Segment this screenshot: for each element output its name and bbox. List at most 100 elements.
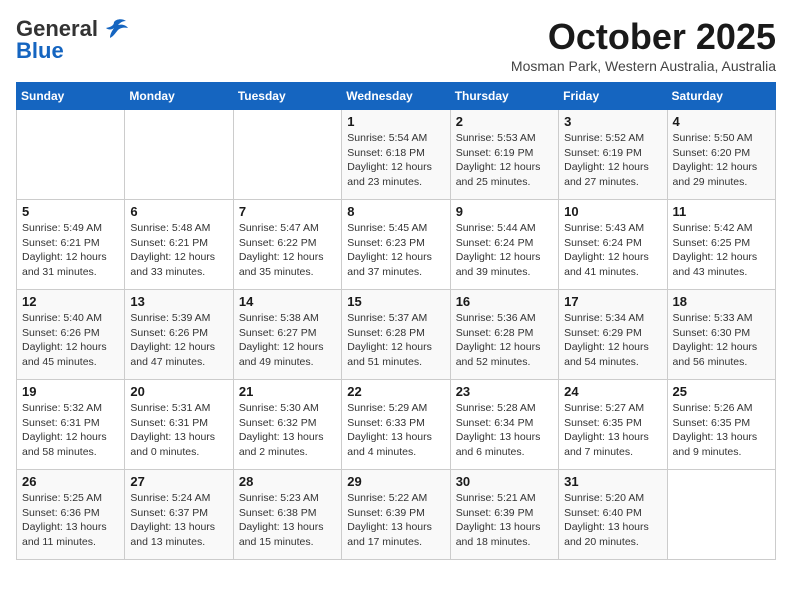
calendar-cell: 31 Sunrise: 5:20 AMSunset: 6:40 PMDayligh…: [559, 470, 667, 560]
weekday-header: Sunday: [17, 83, 125, 110]
calendar-cell: 19 Sunrise: 5:32 AMSunset: 6:31 PMDayligh…: [17, 380, 125, 470]
day-info: Sunrise: 5:39 AMSunset: 6:26 PMDaylight:…: [130, 311, 227, 370]
day-info: Sunrise: 5:54 AMSunset: 6:18 PMDaylight:…: [347, 131, 444, 190]
day-number: 3: [564, 114, 661, 129]
calendar-cell: [233, 110, 341, 200]
calendar-cell: 12Sunrise: 5:40 AMSunset: 6:26 PMDayligh…: [17, 290, 125, 380]
day-number: 11: [673, 204, 770, 219]
day-number: 20: [130, 384, 227, 399]
calendar-week-row: 26 Sunrise: 5:25 AMSunset: 6:36 PMDayligh…: [17, 470, 776, 560]
calendar-cell: 15Sunrise: 5:37 AMSunset: 6:28 PMDayligh…: [342, 290, 450, 380]
day-number: 5: [22, 204, 119, 219]
calendar-cell: [17, 110, 125, 200]
day-number: 18: [673, 294, 770, 309]
calendar-cell: 23 Sunrise: 5:28 AMSunset: 6:34 PMDayligh…: [450, 380, 558, 470]
calendar-cell: 30 Sunrise: 5:21 AMSunset: 6:39 PMDayligh…: [450, 470, 558, 560]
calendar-cell: 2Sunrise: 5:53 AMSunset: 6:19 PMDaylight…: [450, 110, 558, 200]
day-info: Sunrise: 5:44 AMSunset: 6:24 PMDaylight:…: [456, 221, 553, 280]
day-info: Sunrise: 5:24 AMSunset: 6:37 PMDaylight:…: [130, 491, 227, 550]
day-info: Sunrise: 5:38 AMSunset: 6:27 PMDaylight:…: [239, 311, 336, 370]
calendar-cell: 6 Sunrise: 5:48 AMSunset: 6:21 PMDaylight…: [125, 200, 233, 290]
day-info: Sunrise: 5:36 AMSunset: 6:28 PMDaylight:…: [456, 311, 553, 370]
weekday-header: Tuesday: [233, 83, 341, 110]
day-info: Sunrise: 5:27 AMSunset: 6:35 PMDaylight:…: [564, 401, 661, 460]
day-number: 19: [22, 384, 119, 399]
weekday-header: Thursday: [450, 83, 558, 110]
day-info: Sunrise: 5:48 AMSunset: 6:21 PMDaylight:…: [130, 221, 227, 280]
day-number: 21: [239, 384, 336, 399]
calendar-cell: 14 Sunrise: 5:38 AMSunset: 6:27 PMDayligh…: [233, 290, 341, 380]
day-number: 14: [239, 294, 336, 309]
day-number: 25: [673, 384, 770, 399]
day-info: Sunrise: 5:49 AMSunset: 6:21 PMDaylight:…: [22, 221, 119, 280]
calendar-cell: 4 Sunrise: 5:50 AMSunset: 6:20 PMDaylight…: [667, 110, 775, 200]
day-info: Sunrise: 5:21 AMSunset: 6:39 PMDaylight:…: [456, 491, 553, 550]
day-number: 9: [456, 204, 553, 219]
page-header: General Blue October 2025 Mosman Park, W…: [16, 16, 776, 74]
calendar-cell: 8 Sunrise: 5:45 AMSunset: 6:23 PMDaylight…: [342, 200, 450, 290]
calendar-title: October 2025: [511, 16, 776, 58]
day-info: Sunrise: 5:29 AMSunset: 6:33 PMDaylight:…: [347, 401, 444, 460]
calendar-cell: 25 Sunrise: 5:26 AMSunset: 6:35 PMDayligh…: [667, 380, 775, 470]
calendar-cell: 29 Sunrise: 5:22 AMSunset: 6:39 PMDayligh…: [342, 470, 450, 560]
calendar-cell: [667, 470, 775, 560]
day-number: 17: [564, 294, 661, 309]
day-number: 27: [130, 474, 227, 489]
day-number: 26: [22, 474, 119, 489]
calendar-cell: 18 Sunrise: 5:33 AMSunset: 6:30 PMDayligh…: [667, 290, 775, 380]
calendar-cell: 28Sunrise: 5:23 AMSunset: 6:38 PMDayligh…: [233, 470, 341, 560]
logo-bird-icon: [100, 18, 128, 40]
day-info: Sunrise: 5:42 AMSunset: 6:25 PMDaylight:…: [673, 221, 770, 280]
calendar-subtitle: Mosman Park, Western Australia, Australi…: [511, 58, 776, 74]
calendar-cell: 26 Sunrise: 5:25 AMSunset: 6:36 PMDayligh…: [17, 470, 125, 560]
weekday-header: Monday: [125, 83, 233, 110]
day-info: Sunrise: 5:28 AMSunset: 6:34 PMDaylight:…: [456, 401, 553, 460]
day-info: Sunrise: 5:30 AMSunset: 6:32 PMDaylight:…: [239, 401, 336, 460]
day-number: 31: [564, 474, 661, 489]
weekday-header: Friday: [559, 83, 667, 110]
day-info: Sunrise: 5:34 AMSunset: 6:29 PMDaylight:…: [564, 311, 661, 370]
calendar-cell: 3 Sunrise: 5:52 AMSunset: 6:19 PMDaylight…: [559, 110, 667, 200]
day-number: 1: [347, 114, 444, 129]
day-number: 2: [456, 114, 553, 129]
calendar-cell: 20Sunrise: 5:31 AMSunset: 6:31 PMDayligh…: [125, 380, 233, 470]
day-info: Sunrise: 5:52 AMSunset: 6:19 PMDaylight:…: [564, 131, 661, 190]
day-info: Sunrise: 5:43 AMSunset: 6:24 PMDaylight:…: [564, 221, 661, 280]
day-number: 8: [347, 204, 444, 219]
logo-blue: Blue: [16, 38, 64, 64]
weekday-header: Wednesday: [342, 83, 450, 110]
calendar-cell: 9 Sunrise: 5:44 AMSunset: 6:24 PMDaylight…: [450, 200, 558, 290]
calendar-cell: 21 Sunrise: 5:30 AMSunset: 6:32 PMDayligh…: [233, 380, 341, 470]
day-number: 4: [673, 114, 770, 129]
day-info: Sunrise: 5:32 AMSunset: 6:31 PMDaylight:…: [22, 401, 119, 460]
day-info: Sunrise: 5:26 AMSunset: 6:35 PMDaylight:…: [673, 401, 770, 460]
day-info: Sunrise: 5:23 AMSunset: 6:38 PMDaylight:…: [239, 491, 336, 550]
day-info: Sunrise: 5:50 AMSunset: 6:20 PMDaylight:…: [673, 131, 770, 190]
calendar-week-row: 5 Sunrise: 5:49 AMSunset: 6:21 PMDaylight…: [17, 200, 776, 290]
calendar-cell: 5 Sunrise: 5:49 AMSunset: 6:21 PMDaylight…: [17, 200, 125, 290]
day-info: Sunrise: 5:33 AMSunset: 6:30 PMDaylight:…: [673, 311, 770, 370]
calendar-table: SundayMondayTuesdayWednesdayThursdayFrid…: [16, 82, 776, 560]
calendar-cell: 13Sunrise: 5:39 AMSunset: 6:26 PMDayligh…: [125, 290, 233, 380]
day-info: Sunrise: 5:37 AMSunset: 6:28 PMDaylight:…: [347, 311, 444, 370]
day-number: 7: [239, 204, 336, 219]
calendar-cell: 1 Sunrise: 5:54 AMSunset: 6:18 PMDaylight…: [342, 110, 450, 200]
day-info: Sunrise: 5:20 AMSunset: 6:40 PMDaylight:…: [564, 491, 661, 550]
calendar-cell: 17 Sunrise: 5:34 AMSunset: 6:29 PMDayligh…: [559, 290, 667, 380]
calendar-cell: 22 Sunrise: 5:29 AMSunset: 6:33 PMDayligh…: [342, 380, 450, 470]
day-number: 6: [130, 204, 227, 219]
title-section: October 2025 Mosman Park, Western Austra…: [511, 16, 776, 74]
day-number: 29: [347, 474, 444, 489]
calendar-cell: 11 Sunrise: 5:42 AMSunset: 6:25 PMDayligh…: [667, 200, 775, 290]
day-info: Sunrise: 5:40 AMSunset: 6:26 PMDaylight:…: [22, 311, 119, 370]
day-number: 22: [347, 384, 444, 399]
day-number: 23: [456, 384, 553, 399]
day-info: Sunrise: 5:45 AMSunset: 6:23 PMDaylight:…: [347, 221, 444, 280]
calendar-cell: [125, 110, 233, 200]
calendar-cell: 10Sunrise: 5:43 AMSunset: 6:24 PMDayligh…: [559, 200, 667, 290]
day-number: 30: [456, 474, 553, 489]
calendar-cell: 16 Sunrise: 5:36 AMSunset: 6:28 PMDayligh…: [450, 290, 558, 380]
day-number: 16: [456, 294, 553, 309]
day-info: Sunrise: 5:22 AMSunset: 6:39 PMDaylight:…: [347, 491, 444, 550]
day-info: Sunrise: 5:25 AMSunset: 6:36 PMDaylight:…: [22, 491, 119, 550]
